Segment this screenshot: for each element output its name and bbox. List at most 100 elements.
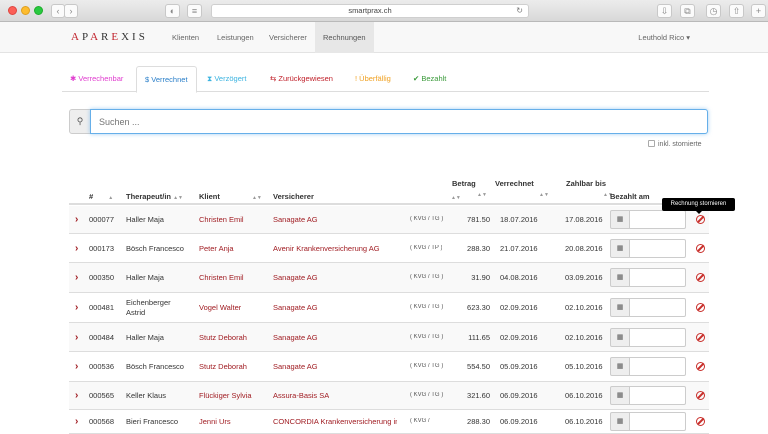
tabs-icon[interactable]: ⧉ [680, 4, 695, 18]
tab-bezahlt[interactable]: ✔ Bezahlt [405, 66, 454, 92]
nav-leistungen[interactable]: Leistungen [209, 22, 262, 53]
reload-icon[interactable]: ↻ [516, 5, 523, 17]
col-insurer[interactable]: Versicherer ▲▼ [273, 192, 461, 201]
expand-chevron-icon[interactable]: › [75, 416, 78, 427]
paid-date-input[interactable] [629, 268, 686, 287]
col-amount[interactable]: Betrag [452, 179, 476, 188]
insurer-link[interactable]: Sanagate AG [273, 215, 318, 224]
include-cancelled-checkbox[interactable]: inkl. stornierte [648, 140, 702, 149]
history-icon[interactable]: ◷ [706, 4, 721, 18]
user-menu[interactable]: Leuthold Rico ▾ [638, 22, 690, 53]
insurer-link[interactable]: Sanagate AG [273, 362, 318, 371]
cancel-invoice-icon[interactable] [696, 391, 705, 400]
address-bar[interactable]: smartprax.ch ↻ [211, 4, 529, 18]
client-link[interactable]: Stutz Deborah [199, 362, 247, 371]
paid-date-input[interactable] [629, 210, 686, 229]
paid-date-group: ▦ [610, 412, 686, 431]
nav-versicherer[interactable]: Versicherer [261, 22, 315, 53]
client-link[interactable]: Vogel Walter [199, 303, 241, 312]
expand-chevron-icon[interactable]: › [75, 332, 78, 343]
expand-chevron-icon[interactable]: › [75, 390, 78, 401]
calendar-icon[interactable]: ▦ [610, 412, 630, 431]
calendar-icon[interactable]: ▦ [610, 327, 630, 347]
insurer-link[interactable]: CONCORDIA Krankenversicherung inkl. FL [273, 417, 397, 426]
back-icon[interactable]: ‹ [51, 4, 65, 18]
client-link[interactable]: Flückiger Sylvia [199, 391, 252, 400]
insurer-link[interactable]: Sanagate AG [273, 303, 318, 312]
table-row[interactable]: › 000536 Bösch Francesco Stutz Deborah Sanag… [69, 352, 709, 382]
cancel-invoice-icon[interactable] [696, 215, 705, 224]
nav-klienten[interactable]: Klienten [164, 22, 207, 53]
download-icon[interactable]: ⇩ [657, 4, 672, 18]
expand-chevron-icon[interactable]: › [75, 243, 78, 254]
paid-date-input[interactable] [629, 386, 686, 405]
table-row[interactable]: › 000077 Haller Maja Christen Emil Sanagate … [69, 206, 709, 234]
new-tab-icon[interactable]: + [751, 4, 766, 18]
aparexis-logo[interactable]: APAREXIS [71, 31, 148, 43]
paid-date-input[interactable] [629, 412, 686, 431]
table-row[interactable]: › 000173 Bösch Francesco Peter Anja Avenir K… [69, 234, 709, 263]
invoice-number: 000484 [89, 332, 115, 342]
paid-date-input[interactable] [629, 327, 686, 347]
privacy-icon[interactable]: ◐ [165, 4, 180, 18]
expand-chevron-icon[interactable]: › [75, 214, 78, 225]
calendar-icon[interactable]: ▦ [610, 210, 630, 229]
col-client[interactable]: Klient ▲▼ [199, 192, 262, 201]
browser-chrome: ‹ › ◐ ≡ smartprax.ch ↻ ⇩ ⧉ ◷ ⇧ + [0, 0, 768, 22]
nav-rechnungen[interactable]: Rechnungen [315, 22, 374, 53]
calendar-icon[interactable]: ▦ [610, 238, 630, 258]
therapist: Bösch Francesco [126, 243, 184, 253]
paid-date-input[interactable] [629, 298, 686, 317]
tab-ueberfaellig[interactable]: ! Überfällig [347, 66, 399, 92]
client-link[interactable]: Peter Anja [199, 244, 234, 253]
calendar-icon[interactable]: ▦ [610, 268, 630, 287]
tab-label: ✱ Verrechenbar [70, 74, 124, 83]
cancel-invoice-icon[interactable] [696, 273, 705, 282]
cancel-invoice-icon[interactable] [696, 332, 705, 342]
expand-chevron-icon[interactable]: › [75, 272, 78, 283]
reader-icon[interactable]: ≡ [187, 4, 202, 18]
tab-zurueckgewiesen[interactable]: ⇆ Zurückgewiesen [262, 66, 341, 92]
tab-verzoegert[interactable]: ⧗ Verzögert [199, 66, 254, 92]
close-window-button[interactable] [8, 6, 17, 15]
insurer-link[interactable]: Avenir Krankenversicherung AG [273, 244, 380, 253]
tab-verrechenbar[interactable]: ✱ Verrechenbar [62, 66, 131, 92]
minimize-window-button[interactable] [21, 6, 30, 15]
table-row[interactable]: › 000481 Eichenberger Astrid Vogel Walter Sa… [69, 293, 709, 323]
table-row[interactable]: › 000565 Keller Klaus Flückiger Sylvia Assur… [69, 382, 709, 410]
paid-date-input[interactable] [629, 238, 686, 258]
col-due[interactable]: Zahlbar bis [566, 179, 606, 188]
calendar-icon[interactable]: ▦ [610, 298, 630, 317]
table-row[interactable]: › 000568 Bieri Francesco Jenni Urs CONCORDIA… [69, 410, 709, 434]
expand-chevron-icon[interactable]: › [75, 302, 78, 313]
search-input[interactable] [90, 109, 708, 134]
cancel-invoice-icon[interactable] [696, 362, 705, 371]
zoom-window-button[interactable] [34, 6, 43, 15]
client-link[interactable]: Jenni Urs [199, 417, 231, 426]
therapist: Eichenberger Astrid [126, 298, 171, 317]
col-number[interactable]: # ▲ [89, 192, 113, 201]
cancel-invoice-icon[interactable] [696, 417, 705, 426]
calendar-icon[interactable]: ▦ [610, 386, 630, 405]
client-link[interactable]: Christen Emil [199, 215, 244, 224]
table-row[interactable]: › 000350 Haller Maja Christen Emil Sanagate … [69, 263, 709, 293]
client-link[interactable]: Stutz Deborah [199, 333, 247, 342]
checkbox-icon[interactable] [648, 140, 655, 147]
share-icon[interactable]: ⇧ [729, 4, 744, 18]
table-row[interactable]: › 000484 Haller Maja Stutz Deborah Sanagate … [69, 323, 709, 352]
insurer-link[interactable]: Assura-Basis SA [273, 391, 329, 400]
insurer-link[interactable]: Sanagate AG [273, 333, 318, 342]
cancel-invoice-icon[interactable] [696, 303, 705, 312]
expand-chevron-icon[interactable]: › [75, 361, 78, 372]
forward-icon[interactable]: › [64, 4, 78, 18]
paid-date-input[interactable] [629, 357, 686, 376]
client-link[interactable]: Christen Emil [199, 273, 244, 282]
col-paid[interactable]: Bezahlt am [610, 192, 650, 201]
calendar-icon[interactable]: ▦ [610, 357, 630, 376]
cancel-invoice-icon[interactable] [696, 243, 705, 253]
amount: 623.30 [467, 303, 490, 312]
tab-verrechnet[interactable]: $ Verrechnet [136, 66, 197, 93]
col-billed[interactable]: Verrechnet [495, 179, 534, 188]
col-therapist[interactable]: Therapeut/in ▲▼ [126, 192, 183, 201]
insurer-link[interactable]: Sanagate AG [273, 273, 318, 282]
